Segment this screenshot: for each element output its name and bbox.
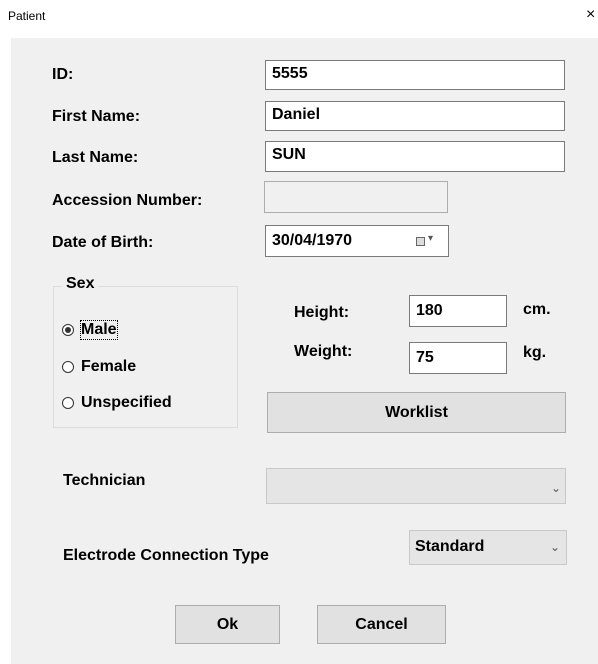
sex-legend: Sex [62, 275, 99, 293]
radio-male[interactable] [62, 324, 74, 336]
weight-label: Weight: [294, 343, 353, 360]
electrode-type-label: Electrode Connection Type [63, 547, 269, 564]
id-label: ID: [52, 66, 74, 83]
sex-option-label: Unspecified [81, 394, 172, 411]
sex-option-male[interactable]: Male [62, 320, 212, 342]
sex-option-label: Male [80, 320, 118, 340]
radio-female[interactable] [62, 361, 74, 373]
last-name-label: Last Name: [52, 149, 139, 166]
technician-label: Technician [63, 472, 146, 489]
calendar-icon[interactable] [416, 237, 425, 246]
ok-button[interactable]: Ok [175, 605, 280, 644]
height-unit: cm. [523, 301, 551, 318]
electrode-type-dropdown[interactable]: Standard ⌄ [409, 530, 567, 565]
electrode-type-value: Standard [415, 538, 485, 555]
chevron-down-icon[interactable]: ▾ [428, 233, 433, 244]
accession-number-label: Accession Number: [52, 192, 203, 209]
worklist-button[interactable]: Worklist [267, 392, 566, 433]
close-icon[interactable]: × [586, 6, 595, 24]
first-name-label: First Name: [52, 108, 141, 125]
weight-field[interactable]: 75 [409, 342, 507, 374]
id-field[interactable]: 5555 [265, 60, 565, 90]
weight-unit: kg. [523, 344, 547, 361]
chevron-down-icon: ⌄ [550, 540, 561, 554]
window-title: Patient [8, 9, 46, 23]
accession-number-field[interactable] [264, 181, 448, 213]
title-bar: Patient × [0, 0, 598, 34]
last-name-field[interactable]: SUN [265, 141, 565, 172]
dob-label: Date of Birth: [52, 234, 154, 251]
dob-value: 30/04/1970 [272, 232, 353, 249]
sex-option-female[interactable]: Female [62, 357, 212, 379]
dialog-panel: ID: 5555 First Name: Daniel Last Name: S… [11, 38, 598, 664]
cancel-button[interactable]: Cancel [317, 605, 446, 644]
first-name-field[interactable]: Daniel [265, 101, 565, 131]
height-label: Height: [294, 304, 350, 321]
height-field[interactable]: 180 [409, 295, 507, 327]
sex-option-label: Female [81, 358, 137, 375]
sex-option-unspecified[interactable]: Unspecified [62, 393, 222, 415]
radio-unspecified[interactable] [62, 397, 74, 409]
chevron-down-icon: ⌄ [551, 481, 562, 495]
technician-dropdown[interactable]: ⌄ [266, 468, 566, 504]
